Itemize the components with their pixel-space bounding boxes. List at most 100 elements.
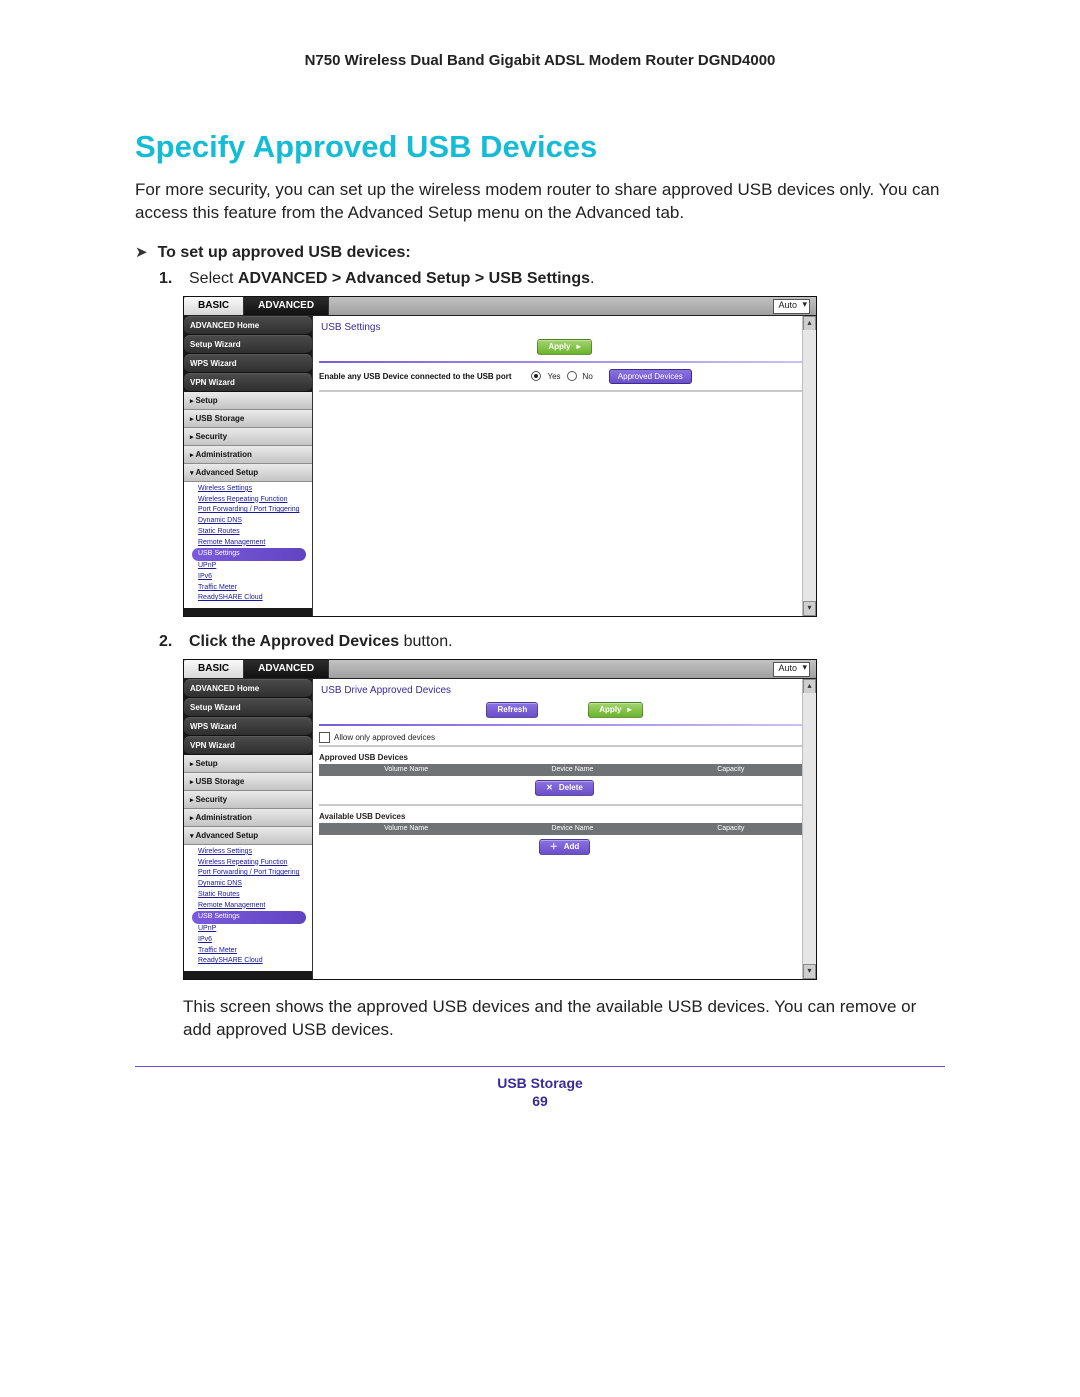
add-button[interactable]: ＋Add — [539, 839, 591, 855]
step-text-bold: ADVANCED > Advanced Setup > USB Settings — [238, 270, 590, 287]
sidebar-sub-static-routes[interactable]: Static Routes — [198, 890, 312, 901]
sidebar-sub-dynamic-dns[interactable]: Dynamic DNS — [198, 879, 312, 890]
sidebar-item-setup-wizard[interactable]: Setup Wizard — [184, 335, 312, 354]
sidebar-section-administration[interactable]: Administration — [184, 446, 312, 464]
tab-basic[interactable]: BASIC — [184, 660, 244, 678]
tab-advanced[interactable]: ADVANCED — [244, 297, 329, 315]
sidebar-section-usb-storage[interactable]: USB Storage — [184, 773, 312, 791]
sidebar-item-advanced-home[interactable]: ADVANCED Home — [184, 679, 312, 698]
sidebar-item-advanced-home[interactable]: ADVANCED Home — [184, 316, 312, 335]
col-capacity: Capacity — [652, 825, 810, 832]
approved-table-header: Volume Name Device Name Capacity — [319, 764, 810, 776]
step-number: 1. — [159, 270, 177, 288]
step-text-suffix: . — [590, 270, 594, 287]
sidebar-sub-static-routes[interactable]: Static Routes — [198, 527, 312, 538]
admin-sidebar: ADVANCED Home Setup Wizard WPS Wizard VP… — [184, 316, 313, 616]
divider — [319, 745, 810, 747]
language-select[interactable]: Auto — [773, 299, 810, 314]
scroll-up-icon[interactable]: ▴ — [803, 679, 816, 693]
admin-content: USB Drive Approved Devices Refresh Apply… — [313, 679, 816, 979]
sidebar-section-usb-storage[interactable]: USB Storage — [184, 410, 312, 428]
radio-yes[interactable] — [531, 371, 541, 381]
sidebar-sub-wireless-repeating[interactable]: Wireless Repeating Function — [198, 858, 312, 869]
sidebar-sub-usb-settings[interactable]: USB Settings — [192, 911, 306, 924]
radio-no-label: No — [583, 372, 593, 381]
sidebar-sub-traffic-meter[interactable]: Traffic Meter — [198, 583, 312, 594]
sidebar-section-security[interactable]: Security — [184, 791, 312, 809]
delete-button-label: Delete — [559, 783, 583, 792]
sidebar-sub-wireless-settings[interactable]: Wireless Settings — [198, 847, 312, 858]
refresh-button[interactable]: Refresh — [486, 702, 538, 718]
sidebar-item-wps-wizard[interactable]: WPS Wizard — [184, 354, 312, 373]
sidebar-item-vpn-wizard[interactable]: VPN Wizard — [184, 736, 312, 755]
sidebar-sub-upnp[interactable]: UPnP — [198, 561, 312, 572]
sidebar-sub-readyshare[interactable]: ReadySHARE Cloud — [198, 593, 312, 604]
delete-button[interactable]: ✕ Delete — [535, 780, 594, 796]
scrollbar[interactable]: ▴ ▾ — [802, 316, 816, 616]
allow-only-label: Allow only approved devices — [334, 733, 435, 742]
sidebar-sub-wireless-settings[interactable]: Wireless Settings — [198, 484, 312, 495]
footer-section: USB Storage — [497, 1075, 583, 1091]
lead-text: To set up approved USB devices: — [158, 244, 411, 262]
apply-button[interactable]: Apply ▸ — [588, 702, 642, 718]
sidebar-sub-traffic-meter[interactable]: Traffic Meter — [198, 946, 312, 957]
sidebar-sub-wireless-repeating[interactable]: Wireless Repeating Function — [198, 495, 312, 506]
router-admin-screenshot-1: BASIC ADVANCED Auto ADVANCED Home Setup … — [183, 296, 817, 617]
sidebar-item-vpn-wizard[interactable]: VPN Wizard — [184, 373, 312, 392]
sidebar-sub-ipv6[interactable]: IPv6 — [198, 572, 312, 583]
sidebar-sub-port-forwarding[interactable]: Port Forwarding / Port Triggering — [198, 868, 312, 879]
allow-only-row: Allow only approved devices — [319, 732, 810, 743]
sidebar-sub-readyshare[interactable]: ReadySHARE Cloud — [198, 956, 312, 967]
procedure-lead: ➤ To set up approved USB devices: — [135, 243, 945, 262]
tab-advanced[interactable]: ADVANCED — [244, 660, 329, 678]
step-text-suffix: button. — [399, 633, 452, 650]
sidebar-sub-dynamic-dns[interactable]: Dynamic DNS — [198, 516, 312, 527]
step-text: Click the Approved Devices button. — [189, 633, 453, 651]
approved-devices-button[interactable]: Approved Devices — [609, 369, 692, 384]
radio-no[interactable] — [567, 371, 577, 381]
sidebar-item-setup-wizard[interactable]: Setup Wizard — [184, 698, 312, 717]
enable-usb-label: Enable any USB Device connected to the U… — [319, 372, 511, 381]
sidebar-sub-port-forwarding[interactable]: Port Forwarding / Port Triggering — [198, 505, 312, 516]
sidebar-sub-upnp[interactable]: UPnP — [198, 924, 312, 935]
scroll-down-icon[interactable]: ▾ — [803, 964, 816, 979]
add-button-label: Add — [564, 842, 580, 851]
radio-yes-label: Yes — [547, 372, 560, 381]
admin-content: USB Settings Apply▸ Enable any USB Devic… — [313, 316, 816, 616]
router-admin-screenshot-2: BASIC ADVANCED Auto ADVANCED Home Setup … — [183, 659, 817, 980]
sidebar-sub-remote-management[interactable]: Remote Management — [198, 538, 312, 549]
sidebar-section-administration[interactable]: Administration — [184, 809, 312, 827]
tab-basic[interactable]: BASIC — [184, 297, 244, 315]
approved-devices-label: Approved USB Devices — [319, 753, 810, 762]
scroll-up-icon[interactable]: ▴ — [803, 316, 816, 330]
scrollbar[interactable]: ▴ ▾ — [802, 679, 816, 979]
sidebar-section-advanced-setup[interactable]: Advanced Setup — [184, 827, 312, 845]
sidebar-section-security[interactable]: Security — [184, 428, 312, 446]
apply-button[interactable]: Apply ▸ — [537, 339, 591, 355]
sidebar-item-wps-wizard[interactable]: WPS Wizard — [184, 717, 312, 736]
sidebar-sub-ipv6[interactable]: IPv6 — [198, 935, 312, 946]
step-text-bold: Approved Devices — [260, 633, 400, 650]
intro-paragraph: For more security, you can set up the wi… — [135, 179, 945, 225]
page-footer: USB Storage 69 — [0, 1075, 1080, 1109]
play-icon: ▸ — [577, 342, 581, 351]
available-devices-label: Available USB Devices — [319, 812, 810, 821]
apply-button-label: Apply — [548, 342, 570, 351]
play-icon: ▸ — [628, 705, 632, 714]
allow-only-checkbox[interactable] — [319, 732, 330, 743]
admin-sidebar: ADVANCED Home Setup Wizard WPS Wizard VP… — [184, 679, 313, 979]
sidebar-section-advanced-setup[interactable]: Advanced Setup — [184, 464, 312, 482]
sidebar-sub-remote-management[interactable]: Remote Management — [198, 901, 312, 912]
divider — [319, 361, 810, 363]
scroll-down-icon[interactable]: ▾ — [803, 601, 816, 616]
step-2: 2. Click the Approved Devices button. — [159, 633, 945, 651]
col-volume: Volume Name — [319, 825, 493, 832]
language-select[interactable]: Auto — [773, 662, 810, 677]
sidebar-section-setup[interactable]: Setup — [184, 392, 312, 410]
sidebar-sub-usb-settings[interactable]: USB Settings — [192, 548, 306, 561]
sidebar-section-setup[interactable]: Setup — [184, 755, 312, 773]
close-icon: ✕ — [546, 783, 553, 792]
footer-page-number: 69 — [0, 1093, 1080, 1109]
apply-button-label: Apply — [599, 705, 621, 714]
col-device: Device Name — [493, 766, 651, 773]
